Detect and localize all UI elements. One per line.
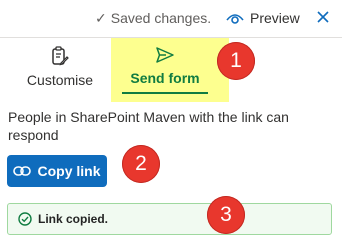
tab-send-form[interactable]: Send form [118, 46, 212, 98]
send-icon [156, 47, 174, 63]
preview-button[interactable]: Preview [226, 8, 300, 28]
link-icon [13, 166, 32, 176]
tab-customise-label: Customise [26, 72, 94, 88]
tab-send-form-label: Send form [130, 70, 200, 86]
copy-link-label: Copy link [37, 163, 101, 179]
eye-icon [226, 14, 244, 24]
saved-status-text: Saved changes. [110, 10, 212, 26]
tab-customise[interactable]: Customise [18, 46, 102, 98]
saved-status: ✓ Saved changes. [95, 10, 211, 27]
annotation-badge-3: 3 [207, 196, 245, 234]
checkmark-icon: ✓ [95, 10, 107, 26]
toast-text: Link copied. [38, 212, 109, 226]
check-circle-icon [18, 212, 32, 226]
copy-link-button[interactable]: Copy link [7, 155, 107, 187]
clipboard-edit-icon [52, 46, 69, 66]
active-tab-indicator [122, 92, 208, 94]
annotation-badge-1: 1 [217, 42, 255, 80]
preview-label: Preview [250, 10, 300, 26]
close-icon [317, 11, 329, 23]
link-copied-toast: Link copied. [7, 203, 332, 235]
share-description: People in SharePoint Maven with the link… [8, 109, 289, 143]
top-bar: ✓ Saved changes. Preview [0, 0, 342, 36]
close-button[interactable] [316, 10, 330, 29]
annotation-badge-2: 2 [122, 145, 160, 183]
